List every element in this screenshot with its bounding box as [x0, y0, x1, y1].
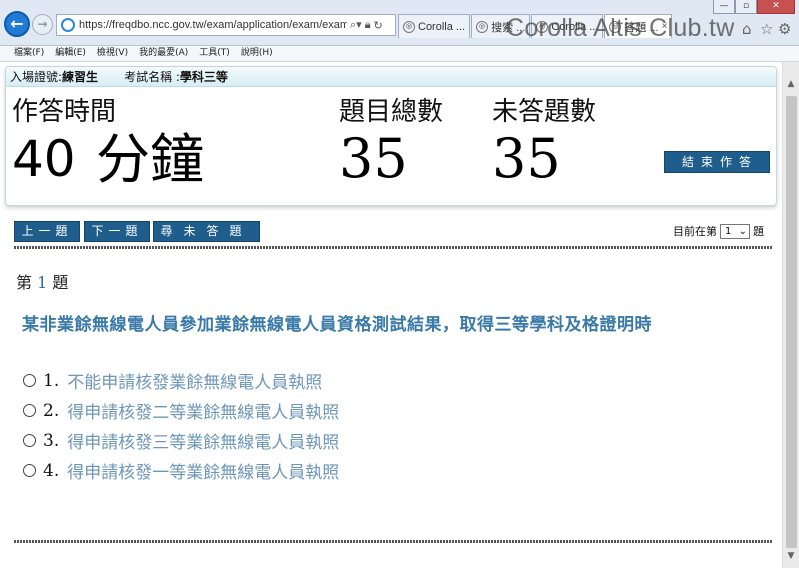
end-exam-button[interactable]: 結束作答: [664, 151, 770, 173]
divider-top: [14, 246, 772, 249]
option-4[interactable]: 4. 得申請核發一等業餘無線電人員執照: [23, 458, 339, 483]
exam-name-label: 考試名稱 :: [124, 70, 180, 84]
option-2-text[interactable]: 得申請核發二等業餘無線電人員執照: [67, 398, 339, 423]
next-question-button[interactable]: 下一題: [84, 221, 150, 242]
back-button[interactable]: ←: [4, 11, 30, 37]
unanswered-label: 未答題數: [492, 97, 597, 127]
arrow-left-icon: ←: [10, 14, 24, 33]
question-select[interactable]: 1 ⌄: [720, 223, 750, 239]
pager-prefix: 目前在第: [673, 225, 717, 238]
ie-logo-icon: [61, 18, 75, 32]
menu-help[interactable]: 說明(H): [241, 46, 273, 61]
option-3[interactable]: 3. 得申請核發三等業餘無線電人員執照: [23, 428, 339, 453]
question-number-value: 1: [37, 273, 48, 292]
scroll-up-icon[interactable]: ▲: [783, 76, 799, 92]
unanswered-value: 35: [492, 127, 561, 190]
option-1-text[interactable]: 不能申請核發業餘無線電人員執照: [67, 368, 322, 393]
maximize-icon[interactable]: ▫: [735, 0, 757, 14]
exam-name-value: 學科三等: [179, 70, 228, 84]
time-value: 40: [12, 130, 76, 188]
arrow-right-icon: →: [37, 17, 48, 31]
chevron-down-icon: ⌄: [738, 225, 747, 237]
menu-favorites[interactable]: 我的最愛(A): [139, 46, 188, 61]
tab-1[interactable]: ◎ Corolla ...: [398, 14, 471, 38]
option-4-number: 4.: [43, 460, 60, 481]
close-icon[interactable]: ✕: [757, 0, 795, 14]
menu-tools[interactable]: 工具(T): [199, 46, 230, 61]
pager-suffix: 題: [753, 225, 764, 238]
title-bar: [0, 0, 799, 8]
option-4-text[interactable]: 得申請核發一等業餘無線電人員執照: [67, 458, 339, 483]
question-number: 第 1 題: [16, 269, 68, 293]
question-toolbar: 上一題 下一題 尋未答題 目前在第 1 ⌄ 題: [14, 221, 772, 245]
option-1-radio[interactable]: [23, 374, 36, 387]
window-controls: — ▫ ✕: [713, 0, 795, 14]
time-label: 作答時間: [12, 97, 117, 127]
question-suffix: 題: [52, 273, 69, 292]
vertical-scrollbar[interactable]: ▲ ▼: [782, 62, 799, 568]
search-icon[interactable]: ⌕▾: [350, 18, 362, 32]
candidate-info-bar: 入場證號: 練習生 考試名稱 : 學科三等: [6, 67, 776, 87]
find-unanswered-button[interactable]: 尋未答題: [153, 221, 260, 242]
exam-page: 入場證號: 練習生 考試名稱 : 學科三等 作答時間 題目總數 未答題數 40 …: [0, 62, 782, 568]
option-3-number: 3.: [43, 430, 60, 451]
total-label: 題目總數: [339, 97, 444, 127]
option-2-radio[interactable]: [23, 404, 36, 417]
admission-label: 入場證號:: [10, 70, 63, 84]
option-2[interactable]: 2. 得申請核發二等業餘無線電人員執照: [23, 398, 339, 423]
scroll-thumb[interactable]: [786, 96, 797, 548]
question-pager: 目前在第 1 ⌄ 題: [673, 223, 764, 239]
question-text: 某非業餘無線電人員參加業餘無線電人員資格測試結果，取得三等學科及格證明時: [22, 315, 652, 335]
option-3-text[interactable]: 得申請核發三等業餘無線電人員執照: [67, 428, 339, 453]
prev-question-button[interactable]: 上一題: [14, 221, 80, 242]
option-1[interactable]: 1. 不能申請核發業餘無線電人員執照: [23, 368, 322, 393]
site-icon: ◎: [476, 20, 489, 33]
refresh-icon[interactable]: ↻: [374, 19, 383, 32]
exam-status-panel: 入場證號: 練習生 考試名稱 : 學科三等 作答時間 題目總數 未答題數 40 …: [5, 66, 777, 206]
site-icon: ◎: [403, 20, 415, 33]
option-1-number: 1.: [43, 370, 60, 391]
divider-bottom: [14, 540, 772, 543]
menu-file[interactable]: 檔案(F): [14, 46, 44, 61]
lock-icon: 🔒︎: [364, 18, 371, 31]
address-url[interactable]: https://freqdbo.ncc.gov.tw/exam/applicat…: [79, 19, 347, 31]
menu-view[interactable]: 檢視(V): [97, 46, 128, 61]
home-icon[interactable]: ⌂: [742, 20, 752, 38]
menu-bar: 檔案(F) 編輯(E) 檢視(V) 我的最愛(A) 工具(T) 說明(H): [0, 46, 799, 62]
scroll-down-icon[interactable]: ▼: [783, 548, 799, 564]
option-2-number: 2.: [43, 400, 60, 421]
watermark: Corolla Altis Club.tw: [506, 14, 735, 42]
address-bar[interactable]: https://freqdbo.ncc.gov.tw/exam/applicat…: [56, 14, 396, 36]
time-unit: 分鐘: [96, 128, 204, 191]
tab-label: Corolla ...: [418, 20, 466, 33]
gear-icon[interactable]: ⚙: [778, 20, 791, 38]
question-select-value: 1: [725, 225, 732, 237]
admission-value: 練習生: [62, 70, 99, 84]
total-value: 35: [339, 127, 408, 190]
forward-button[interactable]: →: [32, 14, 53, 35]
option-4-radio[interactable]: [23, 464, 36, 477]
favorites-star-icon[interactable]: ☆: [760, 20, 773, 38]
question-prefix: 第: [16, 273, 33, 292]
option-3-radio[interactable]: [23, 434, 36, 447]
menu-edit[interactable]: 編輯(E): [55, 46, 86, 61]
minimize-icon[interactable]: —: [713, 0, 735, 14]
